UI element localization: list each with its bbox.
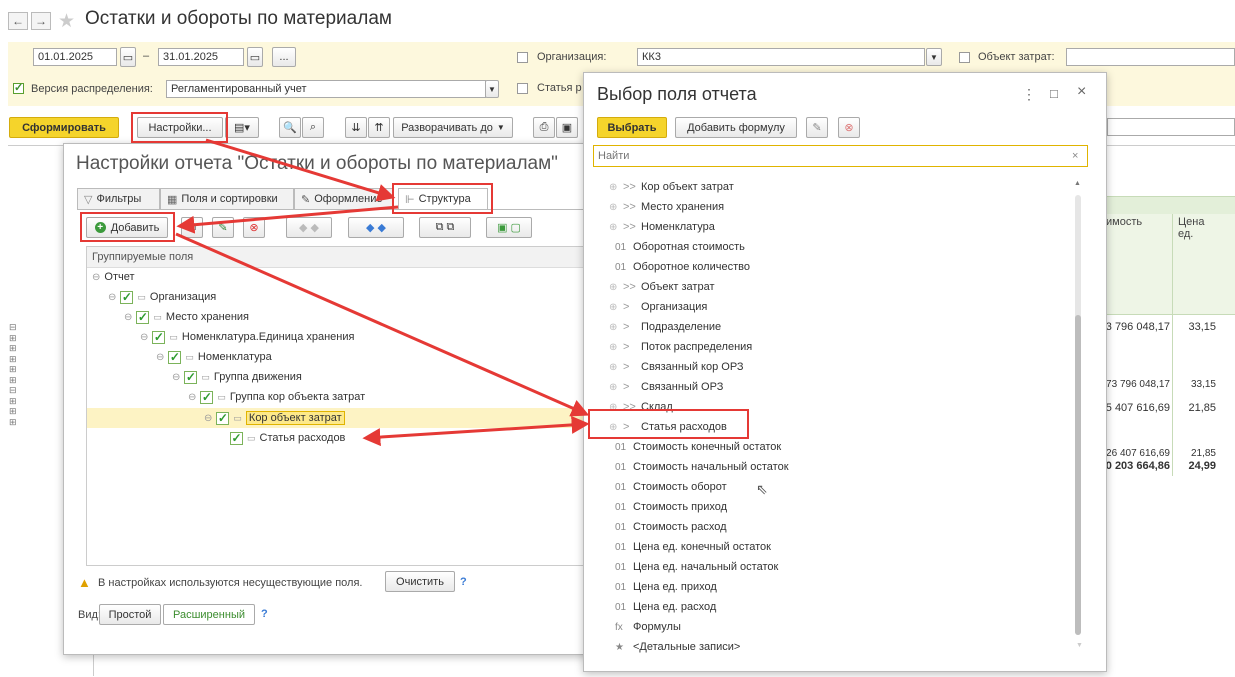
arrow-settings-to-structure (205, 138, 396, 202)
annotation-arrows (175, 138, 590, 447)
arrow-structure-to-add (176, 205, 399, 234)
arrow-field-to-tree (362, 415, 590, 447)
arrow-add-to-field (175, 232, 590, 417)
